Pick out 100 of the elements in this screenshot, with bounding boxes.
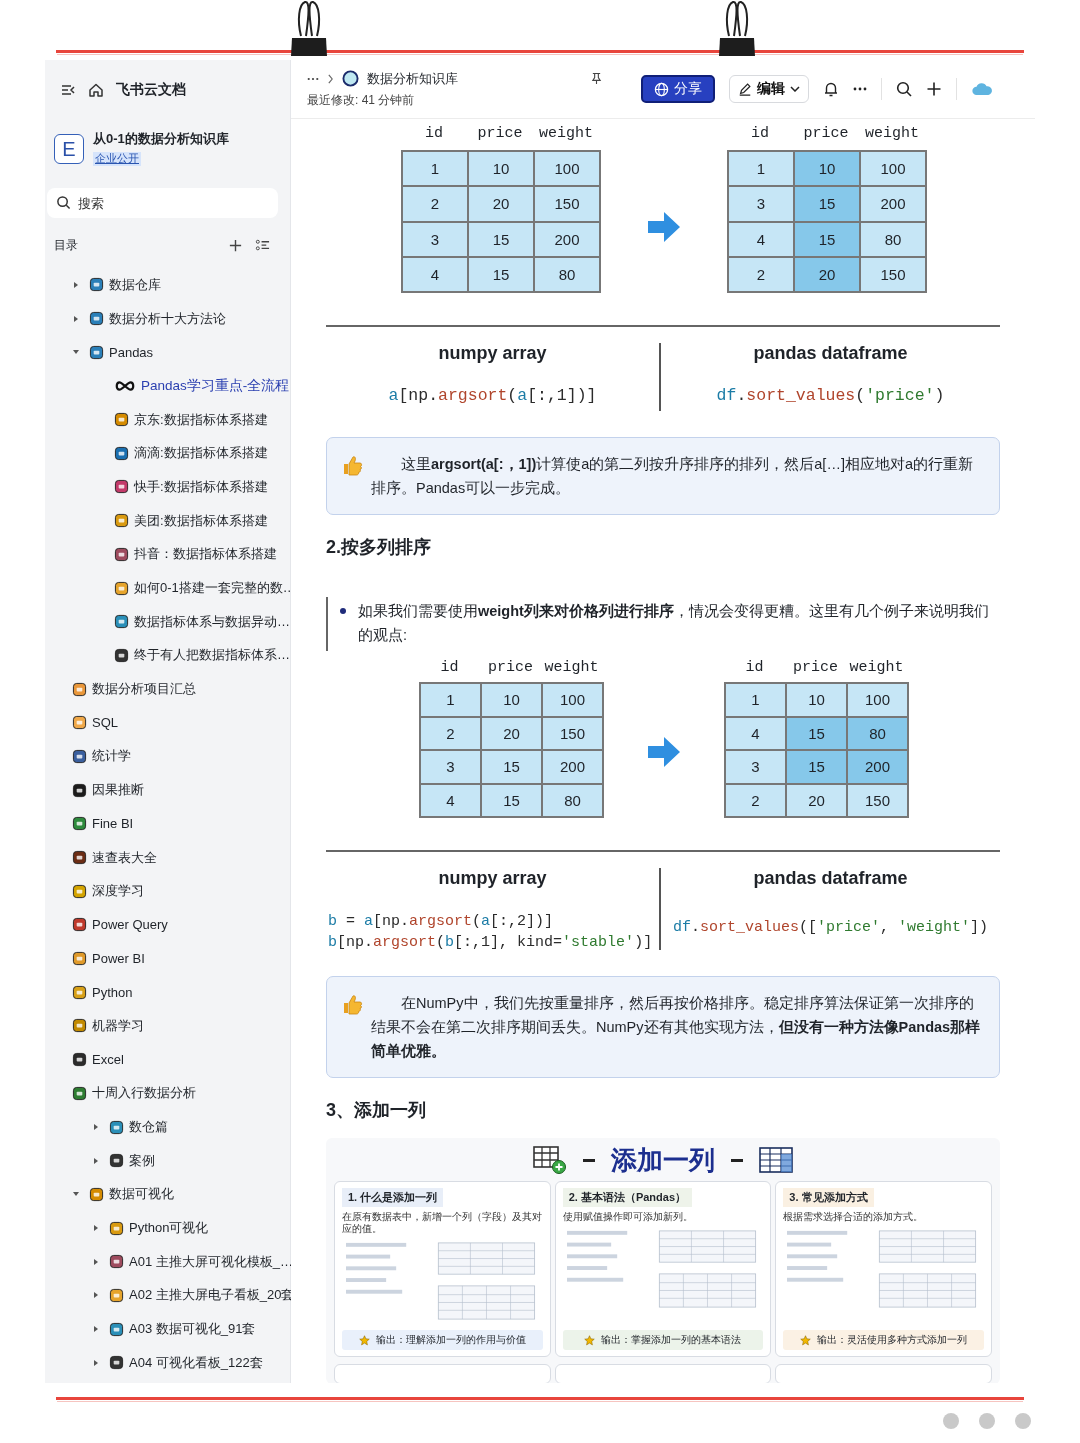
bell-icon[interactable] xyxy=(823,81,839,97)
table-cell: 2 xyxy=(728,256,794,293)
page-icon xyxy=(109,1220,124,1236)
sidebar-item[interactable]: 滴滴:数据指标体系搭建 xyxy=(45,436,290,471)
pin-icon[interactable] xyxy=(591,72,602,85)
search-icon[interactable] xyxy=(896,81,912,97)
sidebar-item[interactable]: 终于有人把数据指标体系… xyxy=(45,638,290,673)
table-cell: 100 xyxy=(534,151,600,187)
table-cell: 4 xyxy=(728,221,794,257)
sidebar-item[interactable]: Power BI xyxy=(45,941,290,976)
sidebar-item[interactable]: 美团:数据指标体系搭建 xyxy=(45,503,290,538)
page-icon xyxy=(72,681,87,697)
code-line: a[np.argsort(a[:,1])] xyxy=(388,386,597,406)
page-icon xyxy=(72,816,87,832)
expand-arrow-icon[interactable] xyxy=(92,1123,100,1132)
page-icon xyxy=(114,412,129,428)
list-icon[interactable] xyxy=(255,237,270,253)
sidebar-item[interactable]: 快手:数据指标体系搭建 xyxy=(45,470,290,504)
sidebar-item[interactable]: 数据分析十大方法论 xyxy=(45,301,290,336)
code-line: b = a[np.argsort(a[:,2])] xyxy=(328,912,555,933)
page-icon xyxy=(114,614,129,630)
table-icon xyxy=(759,1147,793,1174)
sidebar-item[interactable]: 十周入行数据分析 xyxy=(45,1076,290,1111)
sidebar-item[interactable]: 因果推断 xyxy=(45,773,290,807)
sidebar-item[interactable]: A01 主推大屏可视化模板_… xyxy=(45,1244,290,1279)
column-header: weight xyxy=(543,659,600,677)
column-header: id xyxy=(750,125,770,142)
table-cell: 3 xyxy=(402,221,468,257)
expand-arrow-icon[interactable] xyxy=(92,1358,100,1367)
bullet-text: 如果我们需要使用weight列来对价格列进行排序，情况会变得更糟。这里有几个例子来说明我们的观点: xyxy=(358,602,990,646)
sidebar-item[interactable]: 深度学习 xyxy=(45,874,290,909)
binder-clip-icon xyxy=(717,0,757,58)
card-heading: 3. 常见添加方式 xyxy=(783,1188,874,1208)
table-cell: 4 xyxy=(402,256,468,293)
sidebar-item[interactable]: Pandas学习重点-全流程 xyxy=(45,369,290,403)
table-cell: 4 xyxy=(725,716,786,751)
expand-arrow-icon[interactable] xyxy=(72,280,80,289)
sidebar-item[interactable]: 数据仓库 xyxy=(45,268,290,302)
table-cell: 3 xyxy=(728,186,794,222)
sidebar-item[interactable]: 案例 xyxy=(45,1143,290,1178)
card-footer-text: 输出：掌握添加一列的基本语法 xyxy=(601,1333,742,1348)
expand-arrow-icon[interactable] xyxy=(92,1257,100,1266)
sidebar-item[interactable]: 抖音：数据指标体系搭建 xyxy=(45,537,290,572)
breadcrumb-title[interactable]: 数据分析知识库 xyxy=(367,69,458,88)
share-button[interactable]: 分享 xyxy=(641,75,715,103)
globe-icon xyxy=(654,81,669,97)
sidebar-item[interactable]: Pandas xyxy=(45,335,290,370)
page-icon xyxy=(72,1052,87,1068)
more-icon[interactable] xyxy=(853,87,867,91)
column-header: price xyxy=(476,125,524,142)
star-icon xyxy=(358,1334,370,1346)
column-header: weight xyxy=(848,659,905,677)
page-icon xyxy=(72,748,87,764)
table-cell: 200 xyxy=(534,221,600,257)
page-icon xyxy=(89,311,104,327)
sidebar-item[interactable]: 如何0-1搭建一套完整的数… xyxy=(45,571,290,605)
plus-icon[interactable] xyxy=(926,81,942,97)
page-icon xyxy=(89,1186,104,1202)
sidebar-item[interactable]: 京东:数据指标体系搭建 xyxy=(45,402,290,437)
sidebar-item[interactable]: Power Query xyxy=(45,908,290,942)
sidebar-item[interactable]: 速查表大全 xyxy=(45,840,290,875)
space-name: 从0-1的数据分析知识库 xyxy=(93,130,229,148)
card-description: 在原有数据表中，新增一个列（字段）及其对应的值。 xyxy=(342,1211,543,1236)
sidebar-item[interactable]: Python可视化 xyxy=(45,1211,290,1245)
page-icon xyxy=(109,1119,124,1135)
expand-arrow-icon[interactable] xyxy=(92,1156,100,1165)
table-cell: 20 xyxy=(794,256,860,293)
sidebar-item[interactable]: A03 数据可视化_91套 xyxy=(45,1312,290,1346)
sidebar-item[interactable]: SQL xyxy=(45,705,290,740)
thumbs-up-icon xyxy=(341,454,363,477)
table-cell: 15 xyxy=(786,716,847,751)
search-field[interactable]: 搜索 xyxy=(47,188,278,218)
table-add-icon xyxy=(533,1146,567,1175)
expand-arrow-icon[interactable] xyxy=(72,314,80,323)
sidebar-item[interactable]: Fine BI xyxy=(45,807,290,841)
sidebar-item[interactable]: 统计学 xyxy=(45,739,290,774)
home-icon[interactable] xyxy=(88,82,104,98)
sidebar-item[interactable]: Python xyxy=(45,975,290,1010)
page-icon xyxy=(72,850,87,866)
expand-arrow-icon[interactable] xyxy=(92,1325,100,1334)
collapse-sidebar-icon[interactable] xyxy=(60,82,76,98)
table-cell: 20 xyxy=(786,783,847,818)
sidebar-item[interactable]: 数据可视化 xyxy=(45,1177,290,1212)
sidebar-item[interactable]: Excel xyxy=(45,1042,290,1077)
table-cell: 10 xyxy=(468,151,534,187)
table-cell: 1 xyxy=(725,683,786,717)
table-cell: 80 xyxy=(542,783,603,818)
expand-arrow-icon[interactable] xyxy=(92,1291,100,1300)
sidebar-item[interactable]: A04 可视化看板_122套 xyxy=(45,1346,290,1380)
sidebar-item[interactable]: 机器学习 xyxy=(45,1009,290,1043)
expand-arrow-icon[interactable] xyxy=(92,1224,100,1233)
column-header: weight xyxy=(538,125,594,142)
sidebar-item[interactable]: 数据分析项目汇总 xyxy=(45,672,290,706)
space-logo: E xyxy=(54,134,84,164)
edit-button[interactable]: 编辑 xyxy=(729,75,809,103)
more-icon[interactable] xyxy=(307,76,319,81)
sidebar-item[interactable]: 数据指标体系与数据异动… xyxy=(45,604,290,639)
plus-icon[interactable] xyxy=(228,237,243,253)
page-icon xyxy=(72,715,87,731)
sidebar-item[interactable]: 数仓篇 xyxy=(45,1110,290,1144)
